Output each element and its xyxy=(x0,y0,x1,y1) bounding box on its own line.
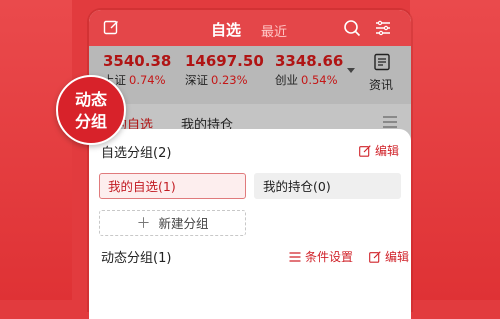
edit-icon xyxy=(359,144,371,157)
new-group-button[interactable]: ＋ 新建分组 xyxy=(99,210,246,236)
index-value: 3348.66 xyxy=(275,52,344,70)
watchlist-groups-title: 自选分组(2) xyxy=(101,146,172,161)
sliders-icon xyxy=(289,251,301,262)
dynamic-grouping-badge: 动态 分组 xyxy=(56,75,126,145)
edit-label: 编辑 xyxy=(385,250,410,264)
tab-watchlist[interactable]: 自选 xyxy=(211,19,241,40)
edit-groups-button[interactable]: 编辑 xyxy=(359,142,399,159)
edit-icon[interactable] xyxy=(103,19,119,35)
edit-icon xyxy=(369,250,381,263)
list-icon[interactable] xyxy=(383,116,397,128)
edit-label: 编辑 xyxy=(375,144,400,158)
group-my-watchlist[interactable]: 我的自选(1) xyxy=(99,173,246,199)
index-change: 0.74% xyxy=(129,73,166,87)
index-name: 深证 xyxy=(185,73,208,87)
index-shenzhen[interactable]: 14697.50 深证 0.23% xyxy=(185,52,264,88)
news-icon[interactable] xyxy=(373,53,391,71)
plus-icon: ＋ xyxy=(136,216,151,232)
index-value: 14697.50 xyxy=(185,52,264,70)
background-right xyxy=(410,0,500,300)
top-navigation-bar: 自选 最近 xyxy=(89,10,411,46)
condition-settings-label: 条件设置 xyxy=(305,250,354,264)
search-icon[interactable] xyxy=(343,19,361,37)
condition-settings-button[interactable]: 条件设置 xyxy=(289,248,353,265)
edit-dynamic-groups-button[interactable]: 编辑 xyxy=(369,248,409,265)
index-name: 创业 xyxy=(275,73,298,87)
index-change: 0.23% xyxy=(211,73,248,87)
market-index-strip: 3540.38 上证 0.74% 14697.50 深证 0.23% 3348.66… xyxy=(89,46,411,104)
tab-recent[interactable]: 最近 xyxy=(261,21,287,40)
background-left xyxy=(0,0,72,300)
index-change: 0.54% xyxy=(301,73,338,87)
index-chinext[interactable]: 3348.66 创业 0.54% xyxy=(275,52,343,88)
chevron-down-icon[interactable] xyxy=(347,68,355,73)
group-my-holdings[interactable]: 我的持仓(0) xyxy=(254,173,401,199)
group-management-sheet: 自选分组(2) 编辑 我的自选(1) 我的持仓(0) ＋ 新建分组 动态分组(1)… xyxy=(89,129,411,319)
dynamic-groups-title: 动态分组(1) xyxy=(101,251,172,266)
news-label[interactable]: 资讯 xyxy=(369,76,393,93)
badge-line-2: 分组 xyxy=(74,112,107,131)
index-value: 3540.38 xyxy=(103,52,172,70)
new-group-label: 新建分组 xyxy=(158,216,209,231)
badge-line-1: 动态 xyxy=(74,90,107,109)
menu-icon[interactable] xyxy=(375,20,391,36)
